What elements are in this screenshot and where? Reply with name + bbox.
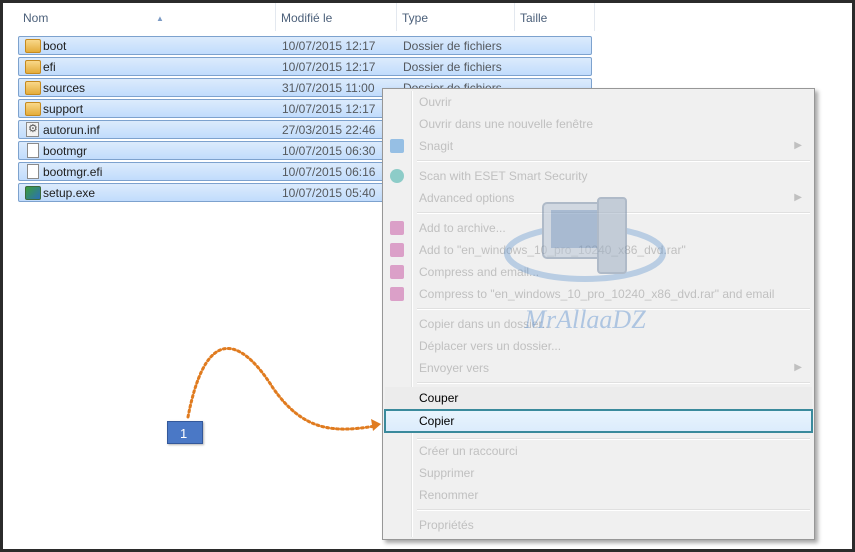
eset-icon xyxy=(390,169,404,183)
menu-item-send-to[interactable]: Envoyer vers ▶ xyxy=(385,357,812,379)
winrar-icon xyxy=(390,287,404,301)
menu-item-move-to-folder[interactable]: Déplacer vers un dossier... xyxy=(385,335,812,357)
menu-separator xyxy=(417,382,810,384)
arrow-head-icon xyxy=(371,419,381,431)
menu-item-open[interactable]: Ouvrir xyxy=(385,91,812,113)
winrar-icon xyxy=(390,243,404,257)
menu-separator xyxy=(417,509,810,511)
submenu-arrow-icon: ▶ xyxy=(794,192,802,203)
menu-item-snagit[interactable]: Snagit ▶ xyxy=(385,135,812,157)
watermark-logo: MrAllaaDZ xyxy=(503,158,668,338)
menu-item-delete[interactable]: Supprimer xyxy=(385,462,812,484)
menu-item-properties[interactable]: Propriétés xyxy=(385,514,812,536)
menu-item-cut[interactable]: Couper xyxy=(385,387,812,409)
step-number: 1 xyxy=(180,426,188,441)
menu-item-copy[interactable]: Copier xyxy=(384,409,813,433)
svg-text:MrAllaaDZ: MrAllaaDZ xyxy=(523,305,646,334)
menu-item-create-shortcut[interactable]: Créer un raccourci xyxy=(385,440,812,462)
winrar-icon xyxy=(390,265,404,279)
snagit-icon xyxy=(390,139,404,153)
explorer-window: Nom ▲ Modifié le Type Taille boot 10/07/… xyxy=(0,0,855,552)
winrar-icon xyxy=(390,221,404,235)
menu-item-open-new-window[interactable]: Ouvrir dans une nouvelle fenêtre xyxy=(385,113,812,135)
submenu-arrow-icon: ▶ xyxy=(794,140,802,151)
menu-item-rename[interactable]: Renommer xyxy=(385,484,812,506)
step-callout: 1 xyxy=(167,421,203,444)
submenu-arrow-icon: ▶ xyxy=(794,362,802,373)
